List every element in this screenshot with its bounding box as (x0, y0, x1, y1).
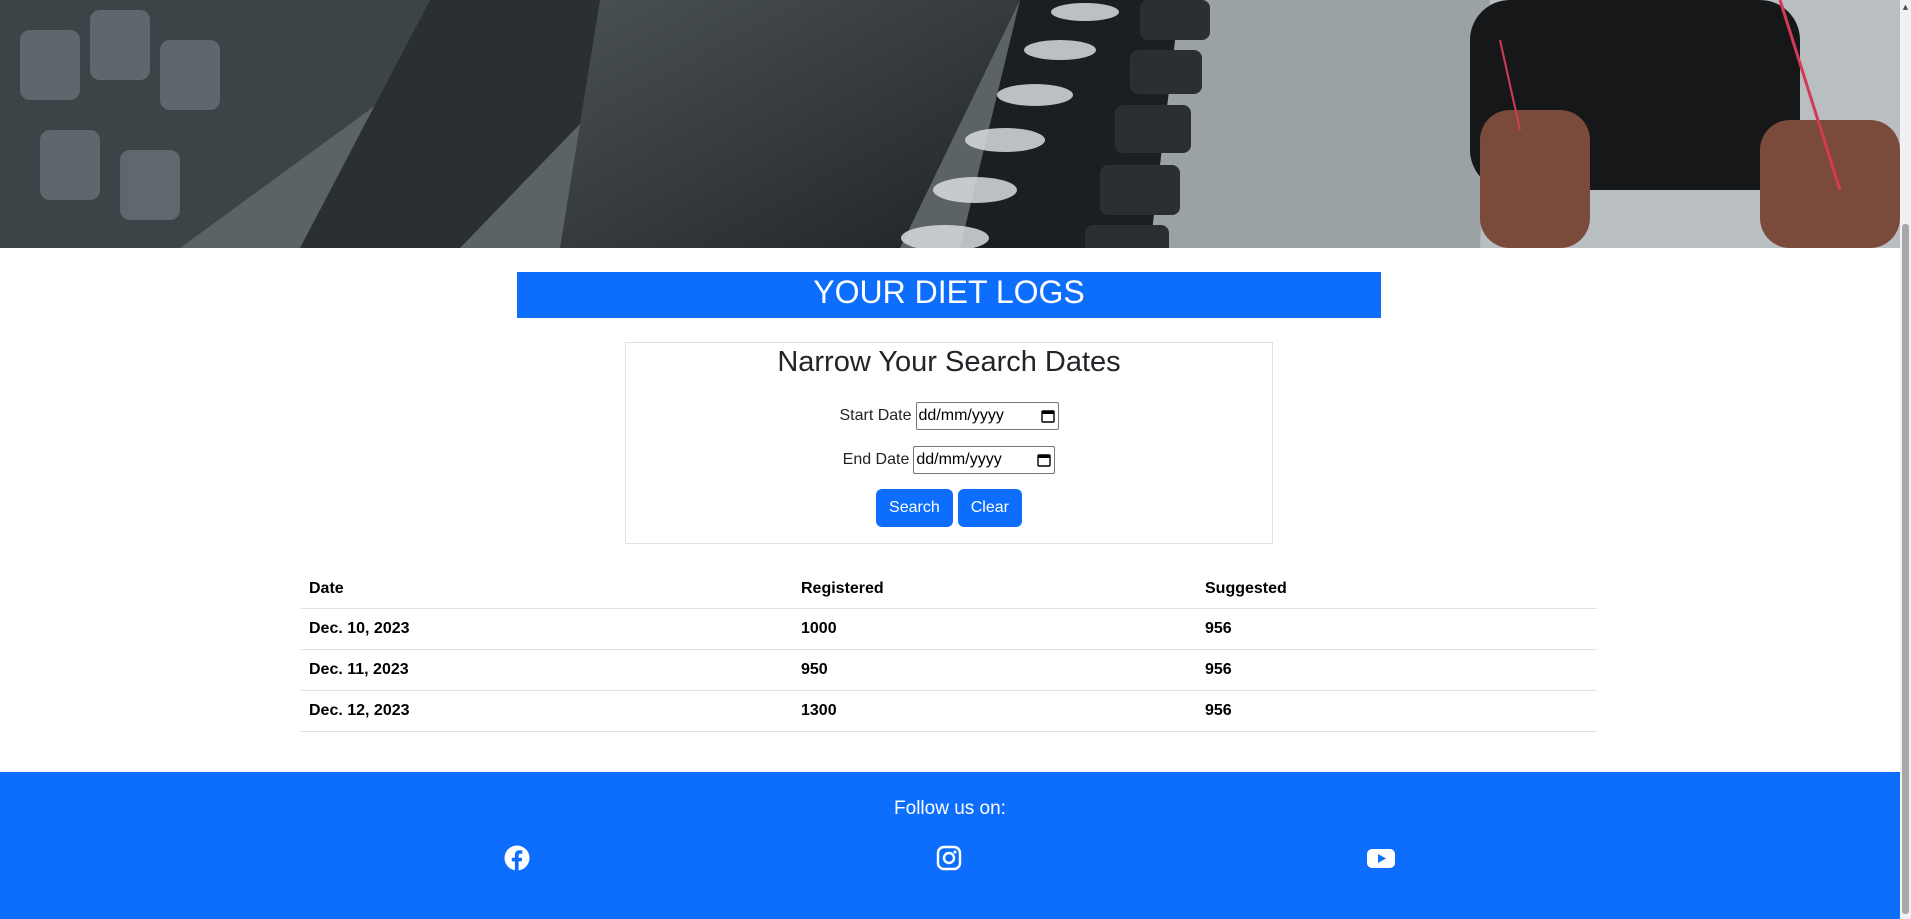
calendar-icon[interactable] (1037, 453, 1052, 467)
page-title: YOUR DIET LOGS (517, 272, 1381, 318)
cell-date: Dec. 12, 2023 (301, 690, 793, 732)
scrollbar-thumb[interactable] (1902, 224, 1909, 914)
column-header-registered: Registered (793, 570, 1197, 609)
cell-date: Dec. 10, 2023 (301, 608, 793, 650)
diet-logs-table: Date Registered Suggested Dec. 10, 2023 … (301, 570, 1597, 732)
start-date-row: Start Date dd/mm/yyyy (626, 402, 1272, 430)
cell-registered: 950 (793, 649, 1197, 691)
scroll-up-arrow-icon[interactable]: ▲ (1900, 0, 1911, 14)
cell-suggested: 956 (1197, 690, 1597, 732)
table-row: Dec. 10, 2023 1000 956 (301, 608, 1597, 650)
youtube-icon[interactable] (1367, 845, 1395, 871)
date-search-panel: Narrow Your Search Dates Start Date dd/m… (625, 342, 1273, 544)
hero-banner-image (0, 0, 1900, 248)
cell-registered: 1000 (793, 608, 1197, 650)
instagram-icon[interactable] (936, 845, 962, 871)
calendar-icon[interactable] (1040, 409, 1055, 423)
search-actions: Search Clear (626, 489, 1272, 527)
follow-us-text: Follow us on: (894, 798, 1006, 819)
cell-registered: 1300 (793, 690, 1197, 732)
cell-suggested: 956 (1197, 608, 1597, 650)
column-header-date: Date (301, 570, 793, 609)
site-footer: Follow us on: (0, 772, 1900, 919)
start-date-placeholder: dd/mm/yyyy (918, 407, 1004, 424)
cell-suggested: 956 (1197, 649, 1597, 691)
column-header-suggested: Suggested (1197, 570, 1597, 609)
start-date-label: Start Date (839, 407, 912, 424)
end-date-placeholder: dd/mm/yyyy (916, 451, 1002, 468)
end-date-input[interactable]: dd/mm/yyyy (913, 446, 1056, 474)
table-header-row: Date Registered Suggested (301, 570, 1597, 609)
start-date-input[interactable]: dd/mm/yyyy (915, 402, 1059, 430)
cell-date: Dec. 11, 2023 (301, 649, 793, 691)
end-date-label: End Date (842, 451, 910, 468)
search-button[interactable]: Search (876, 489, 953, 527)
end-date-row: End Date dd/mm/yyyy (626, 446, 1272, 474)
table-row: Dec. 12, 2023 1300 956 (301, 690, 1597, 732)
clear-button[interactable]: Clear (957, 489, 1022, 527)
table-row: Dec. 11, 2023 950 956 (301, 649, 1597, 691)
facebook-icon[interactable] (504, 845, 530, 871)
search-panel-heading: Narrow Your Search Dates (777, 346, 1121, 378)
